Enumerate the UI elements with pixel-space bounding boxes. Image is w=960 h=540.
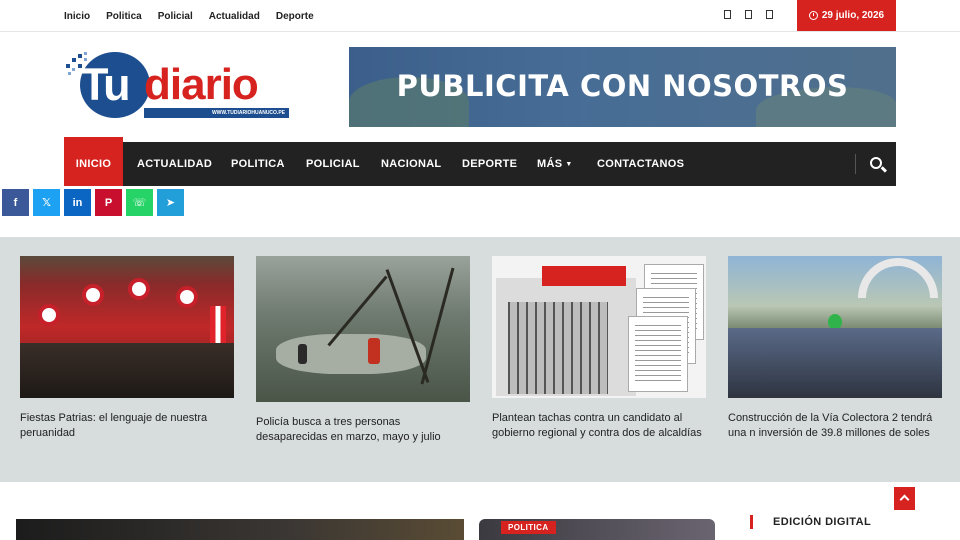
top-social-links	[724, 10, 773, 19]
nav-item-policial[interactable]: POLICIAL	[306, 142, 360, 186]
ad-banner[interactable]: PUBLICITA CON NOSOTROS	[349, 47, 896, 127]
featured-strip: Fiestas Patrias: el lenguaje de nuestra …	[0, 237, 960, 482]
nav-item-contactanos[interactable]: CONTACTANOS	[597, 142, 684, 186]
nav-item-deporte[interactable]: DEPORTE	[462, 142, 517, 186]
facebook-share-button[interactable]: f	[2, 189, 29, 216]
edicion-digital-label: EDICIÓN DIGITAL	[773, 516, 872, 528]
instagram-icon[interactable]	[745, 10, 752, 19]
top-nav-actualidad[interactable]: Actualidad	[209, 11, 260, 22]
nav-item-mas[interactable]: MÁS ▼	[537, 142, 573, 186]
logo-tu-text: Tu	[81, 59, 131, 110]
nav-item-mas-label: MÁS	[537, 158, 563, 170]
x-share-button[interactable]: 𝕏	[33, 189, 60, 216]
category-badge[interactable]: POLITICA	[501, 521, 556, 534]
caret-down-icon: ▼	[565, 160, 573, 168]
top-nav-inicio[interactable]: Inicio	[64, 11, 90, 22]
main-nav: INICIO ACTUALIDAD POLITICA POLICIAL NACI…	[64, 137, 896, 186]
nav-item-actualidad[interactable]: ACTUALIDAD	[137, 142, 212, 186]
telegram-share-button[interactable]: ➤	[157, 189, 184, 216]
logo-diario-text: diario	[144, 60, 259, 109]
featured-card[interactable]: Fiestas Patrias: el lenguaje de nuestra …	[20, 256, 234, 441]
top-bar: Inicio Politica Policial Actualidad Depo…	[0, 0, 960, 32]
featured-card[interactable]: Policía busca a tres personas desapareci…	[256, 256, 470, 445]
featured-image-tachas[interactable]	[492, 256, 706, 398]
pinterest-share-button[interactable]: P	[95, 189, 122, 216]
featured-title[interactable]: Construcción de la Vía Colectora 2 tendr…	[728, 411, 942, 441]
article-image-main[interactable]	[16, 519, 464, 540]
share-buttons: f 𝕏 in P ☏ ➤	[2, 189, 184, 216]
featured-card[interactable]: Construcción de la Vía Colectora 2 tendr…	[728, 256, 942, 441]
featured-image-fiestas-patrias[interactable]	[20, 256, 234, 398]
back-to-top-button[interactable]	[894, 487, 915, 510]
featured-image-policia-busca[interactable]	[256, 256, 470, 402]
edicion-digital-heading: EDICIÓN DIGITAL	[750, 514, 871, 530]
top-nav-policial[interactable]: Policial	[158, 11, 193, 22]
youtube-icon[interactable]	[766, 10, 773, 19]
whatsapp-share-button[interactable]: ☏	[126, 189, 153, 216]
nav-divider	[855, 154, 856, 174]
linkedin-share-button[interactable]: in	[64, 189, 91, 216]
clock-icon	[808, 11, 818, 20]
top-nav-deporte[interactable]: Deporte	[276, 11, 314, 22]
logo-url: WWW.TUDIARIOHUANUCO.PE	[144, 108, 289, 118]
current-date-text: 29 julio, 2026	[821, 10, 885, 21]
nav-item-nacional[interactable]: NACIONAL	[381, 142, 441, 186]
site-logo[interactable]: Tu diario WWW.TUDIARIOHUANUCO.PE	[64, 50, 292, 122]
current-date: 29 julio, 2026	[797, 0, 896, 31]
featured-title[interactable]: Plantean tachas contra un candidato al g…	[492, 411, 706, 441]
facebook-icon[interactable]	[724, 10, 731, 19]
featured-title[interactable]: Policía busca a tres personas desapareci…	[256, 415, 470, 445]
article-image-politica[interactable]: POLITICA	[479, 519, 715, 540]
featured-image-via-colectora[interactable]	[728, 256, 942, 398]
top-nav: Inicio Politica Policial Actualidad Depo…	[64, 0, 314, 32]
search-icon[interactable]	[870, 157, 882, 169]
nav-item-inicio[interactable]: INICIO	[64, 137, 123, 186]
nav-item-politica[interactable]: POLITICA	[231, 142, 285, 186]
ad-banner-text: PUBLICITA CON NOSOTROS	[396, 69, 849, 103]
featured-title[interactable]: Fiestas Patrias: el lenguaje de nuestra …	[20, 411, 234, 441]
featured-card[interactable]: Plantean tachas contra un candidato al g…	[492, 256, 706, 441]
top-nav-politica[interactable]: Politica	[106, 11, 142, 22]
